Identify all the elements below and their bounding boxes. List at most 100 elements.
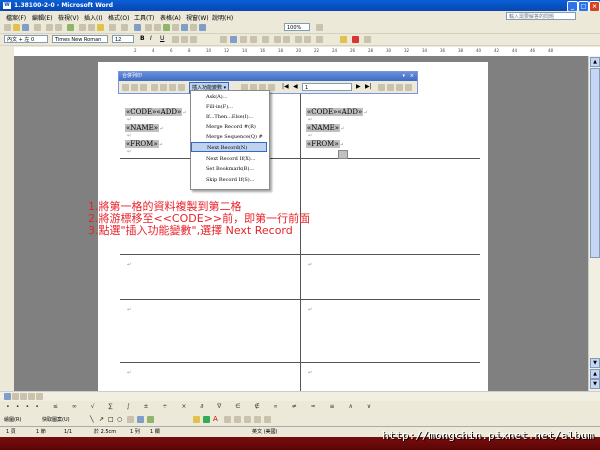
cut-icon[interactable] [79, 24, 86, 31]
oval-icon[interactable]: ○ [117, 416, 122, 423]
right-cell-line2[interactable]: «NAME»↵ [306, 124, 344, 133]
underline-icon[interactable]: U [160, 35, 167, 42]
save-icon[interactable] [22, 24, 29, 31]
line-spacing-icon[interactable] [262, 36, 269, 43]
last-record-icon[interactable]: ▶| [365, 83, 372, 90]
wordart-icon[interactable] [137, 416, 144, 423]
increase-indent-icon[interactable] [304, 36, 311, 43]
print-layout-icon[interactable] [20, 393, 27, 400]
undo-icon[interactable] [109, 24, 116, 31]
draw-menu-button[interactable]: 繪圖(R) [4, 416, 21, 423]
reading-layout-icon[interactable] [36, 393, 43, 400]
menu-view[interactable]: 檢視(V) [58, 13, 79, 22]
menu-item-next-record[interactable]: Next Record(N) [191, 142, 267, 152]
menu-help[interactable]: 說明(H) [212, 13, 233, 22]
insert-address-block-icon[interactable] [151, 84, 158, 91]
math-symbols-row[interactable]: ∙∙∙∙ ≤ ∞ √ ∑ ∫ ± ÷ × ∂ ∇ ∈ ∉ ∝ ≠ ≈ ≡ ∧ ∨ [6, 403, 377, 410]
insert-excel-icon[interactable] [163, 24, 170, 31]
new-document-icon[interactable] [4, 24, 11, 31]
paste-options-icon[interactable] [338, 150, 348, 159]
toolbar-close-icon[interactable]: × [410, 72, 414, 81]
spelling-icon[interactable] [67, 24, 74, 31]
print-preview-icon[interactable] [55, 24, 62, 31]
decrease-indent-icon[interactable] [295, 36, 302, 43]
insert-merge-field-icon[interactable] [178, 84, 185, 91]
left-cell-line2[interactable]: «NAME»↵ [125, 124, 163, 133]
line-style-icon[interactable] [224, 416, 231, 423]
menu-item-if-then-else[interactable]: If...Then...Else(I)... [191, 112, 267, 122]
mail-merge-recipients-icon[interactable] [140, 84, 147, 91]
text-color-icon[interactable]: A [213, 415, 218, 423]
insert-merge-fields-icon[interactable] [169, 84, 176, 91]
font-color-icon[interactable] [352, 36, 359, 43]
menu-window[interactable]: 視窗(W) [186, 13, 209, 22]
menu-item-merge-sequence[interactable]: Merge Sequence(Q) # [191, 132, 267, 142]
italic-icon[interactable]: I [150, 35, 157, 42]
document-map-icon[interactable] [190, 24, 197, 31]
show-hide-icon[interactable] [199, 24, 206, 31]
justify-icon[interactable] [250, 36, 257, 43]
insert-greeting-line-icon[interactable] [160, 84, 167, 91]
normal-view-icon[interactable] [4, 393, 11, 400]
redo-icon[interactable] [121, 24, 128, 31]
right-cell-line3[interactable]: «FROM»↵ [306, 140, 344, 149]
previous-page-icon[interactable]: ▲ [590, 369, 600, 379]
fill-color-icon[interactable] [193, 416, 200, 423]
line-icon[interactable]: ╲ [90, 416, 94, 423]
columns-icon[interactable] [172, 24, 179, 31]
web-layout-icon[interactable] [12, 393, 19, 400]
merge-to-printer-icon[interactable] [405, 84, 412, 91]
menu-item-skip-record-if[interactable]: Skip Record If(S)... [191, 175, 267, 185]
toolbar-options-icon[interactable]: ▾ [402, 72, 405, 81]
insert-table-icon[interactable] [154, 24, 161, 31]
find-entry-icon[interactable] [378, 84, 385, 91]
check-errors-icon[interactable] [387, 84, 394, 91]
menu-item-next-record-if[interactable]: Next Record If(X)... [191, 154, 267, 164]
merge-to-new-document-icon[interactable] [396, 84, 403, 91]
outside-border-icon[interactable] [316, 36, 323, 43]
copy-icon[interactable] [88, 24, 95, 31]
scroll-up-icon[interactable]: ▲ [590, 57, 600, 67]
bold-icon[interactable]: B [140, 35, 147, 42]
merge-field-from[interactable]: «FROM» [125, 140, 159, 148]
align-center-icon[interactable] [230, 36, 237, 43]
menu-item-fill-in[interactable]: Fill-in(F)... [191, 102, 267, 112]
merge-field-name[interactable]: «NAME» [125, 124, 160, 132]
paste-icon[interactable] [97, 24, 104, 31]
hyperlink-icon[interactable] [134, 24, 141, 31]
print-icon[interactable] [46, 24, 53, 31]
merge-field-code-add[interactable]: «CODE»«ADD» [306, 108, 364, 116]
left-cell-line3[interactable]: «FROM»↵ [125, 140, 163, 149]
dash-style-icon[interactable] [234, 416, 241, 423]
arrow-style-icon[interactable] [244, 416, 251, 423]
clipart-icon[interactable] [147, 416, 154, 423]
menu-item-set-bookmark[interactable]: Set Bookmark(B)... [191, 164, 267, 174]
arrow-icon[interactable]: ↗ [99, 416, 104, 423]
highlight-icon[interactable] [340, 36, 347, 43]
zoom-select[interactable]: 100% [284, 23, 310, 31]
help-icon[interactable] [316, 24, 323, 31]
align-right-icon[interactable] [240, 36, 247, 43]
left-cell-line1[interactable]: «CODE»«ADD»↵ [125, 108, 186, 117]
line-color-icon[interactable] [203, 416, 210, 423]
first-record-icon[interactable]: |◀ [282, 83, 289, 90]
drawing-icon[interactable] [181, 24, 188, 31]
numbering-icon[interactable] [274, 36, 281, 43]
char-scale-icon[interactable] [190, 36, 197, 43]
3d-icon[interactable] [264, 416, 271, 423]
menu-table[interactable]: 表格(A) [160, 13, 181, 22]
next-page-icon[interactable]: ▼ [590, 379, 600, 389]
menu-item-ask[interactable]: Ask(A)... [191, 92, 267, 102]
outline-view-icon[interactable] [28, 393, 35, 400]
align-left-icon[interactable] [220, 36, 227, 43]
previous-record-icon[interactable]: ◀ [293, 83, 298, 90]
email-icon[interactable] [34, 24, 41, 31]
menu-insert[interactable]: 插入(I) [84, 13, 102, 22]
menu-edit[interactable]: 編輯(E) [32, 13, 52, 22]
merge-field-code-add[interactable]: «CODE»«ADD» [125, 108, 183, 116]
vertical-scrollbar[interactable]: ▲ ▼ ▲ ▼ [588, 56, 600, 391]
char-shading-icon[interactable] [181, 36, 188, 43]
menu-item-merge-record[interactable]: Merge Record #(R) [191, 122, 267, 132]
menu-tools[interactable]: 工具(T) [134, 13, 154, 22]
open-data-source-icon[interactable] [131, 84, 138, 91]
